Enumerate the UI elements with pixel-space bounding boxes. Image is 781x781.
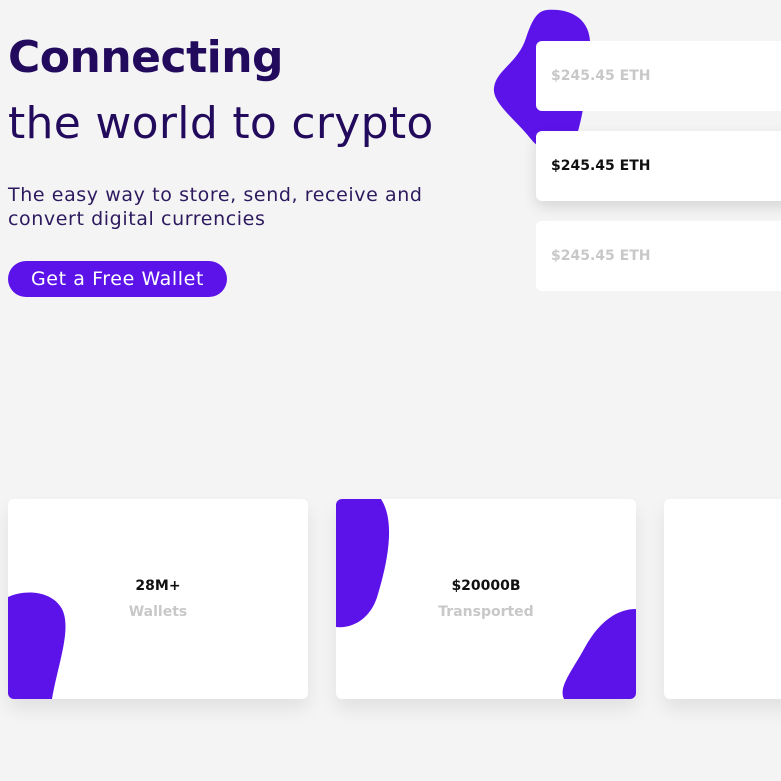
eth-balance-card-active[interactable]: $245.45 ETH [536, 131, 781, 201]
stat-value: 28M+ [135, 578, 181, 594]
eth-balance-card[interactable]: $245.45 ETH [536, 41, 781, 111]
eth-balance-value: $245.45 ETH [551, 68, 651, 84]
hero-subtitle: the world to crypto [8, 98, 434, 149]
hero-title: Connecting [8, 32, 284, 83]
hero-description: The easy way to store, send, receive and… [8, 184, 423, 230]
stat-label: Wallets [128, 604, 188, 620]
landing-page: Connecting the world to crypto The easy … [0, 0, 781, 781]
eth-balance-value: $245.45 ETH [551, 248, 651, 264]
get-free-wallet-button[interactable]: Get a Free Wallet [8, 261, 227, 297]
stat-label: Transported [438, 604, 534, 620]
eth-balance-card[interactable]: $245.45 ETH [536, 221, 781, 291]
stat-value: $20000B [451, 578, 521, 594]
eth-balance-value: $245.45 ETH [551, 158, 651, 174]
stat-card-partial [664, 499, 781, 699]
stat-card-transported: $20000B Transported [336, 499, 636, 699]
stat-card-wallets: 28M+ Wallets [8, 499, 308, 699]
